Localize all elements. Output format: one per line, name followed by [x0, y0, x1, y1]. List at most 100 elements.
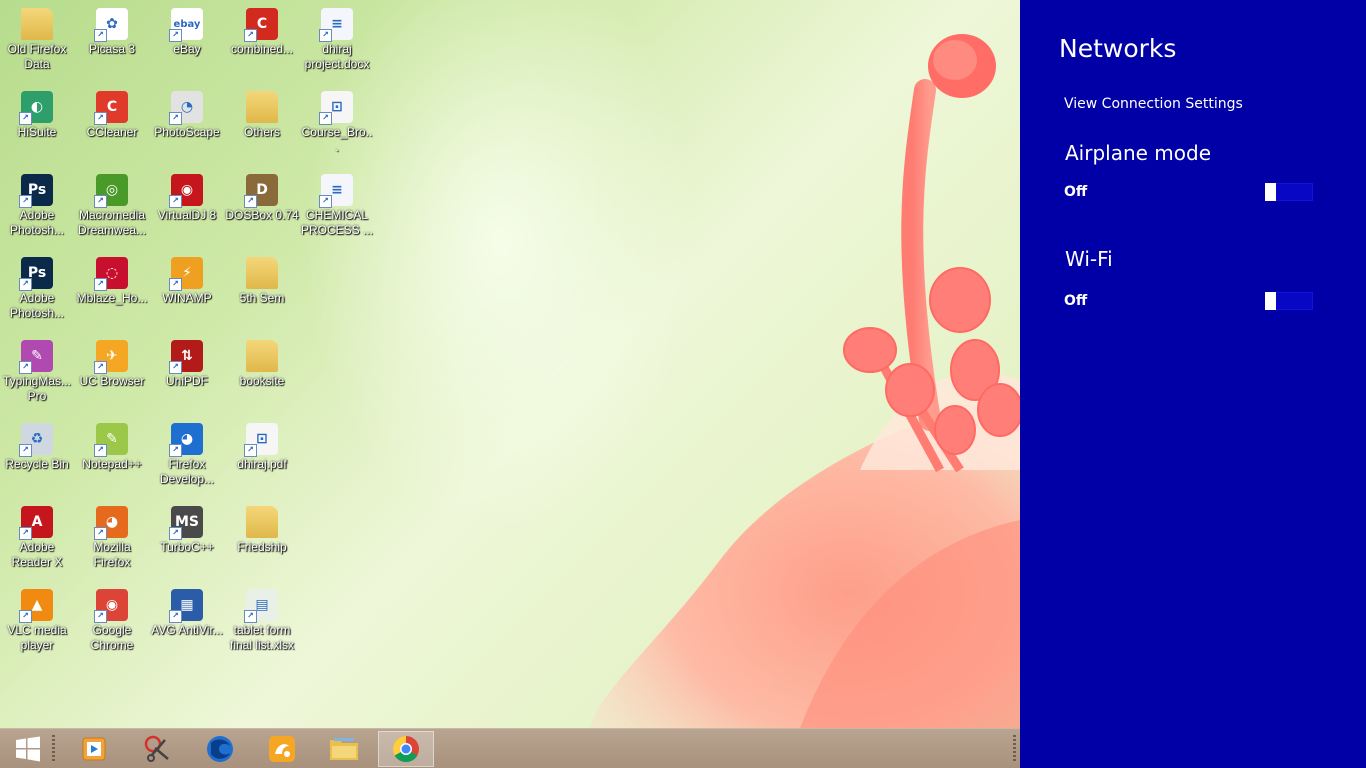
desktop-icon-label: Notepad++: [82, 457, 142, 471]
desktop-icon[interactable]: ⇅ ↗ UniPDF: [150, 334, 224, 414]
taskbar-file-explorer[interactable]: [316, 731, 372, 767]
photoshop-icon: Ps ↗: [19, 174, 53, 208]
shortcut-arrow-icon: ↗: [169, 278, 182, 291]
airplane-mode-toggle[interactable]: [1265, 183, 1313, 201]
avg-icon: ▦ ↗: [169, 589, 203, 623]
shortcut-arrow-icon: ↗: [94, 527, 107, 540]
taskbar-grip-left[interactable]: [52, 735, 55, 763]
shortcut-arrow-icon: ↗: [19, 112, 32, 125]
desktop-icon[interactable]: Friedship: [225, 500, 299, 580]
shortcut-arrow-icon: ↗: [319, 112, 332, 125]
shortcut-arrow-icon: ↗: [319, 195, 332, 208]
desktop: Old Firefox Data ✿ ↗ Picasa 3 ebay ↗ eBay C ↗ com…: [0, 0, 1020, 728]
desktop-icon[interactable]: ◌ ↗ Mblaze_Ho...: [75, 251, 149, 331]
desktop-icon-label: DOSBox 0.74: [225, 208, 299, 222]
desktop-icon-label: CCleaner: [86, 125, 138, 139]
taskbar-snipping-tool[interactable]: [130, 731, 186, 767]
desktop-icon-label: Mozilla Firefox: [93, 540, 131, 569]
taskbar-media-player[interactable]: [66, 731, 122, 767]
desktop-icon[interactable]: ✿ ↗ Picasa 3: [75, 2, 149, 82]
desktop-icon[interactable]: ◉ ↗ Google Chrome: [75, 583, 149, 663]
folder-icon: [21, 8, 53, 40]
firefox-icon: ◕ ↗: [94, 506, 128, 540]
desktop-icon[interactable]: C ↗ CCleaner: [75, 85, 149, 165]
taskbar-grip-right[interactable]: [1013, 735, 1016, 763]
desktop-icon-label: VLC media player: [7, 623, 67, 652]
shortcut-arrow-icon: ↗: [244, 610, 257, 623]
start-button[interactable]: [0, 731, 56, 767]
desktop-icon-label: Firefox Develop...: [159, 457, 215, 486]
desktop-icon[interactable]: ◎ ↗ Macromedia Dreamwea...: [75, 168, 149, 248]
mblaze-icon: ◌ ↗: [94, 257, 128, 291]
recycle-bin-icon: ♻ ↗: [19, 423, 53, 457]
shortcut-arrow-icon: ↗: [19, 527, 32, 540]
desktop-icon[interactable]: booksite: [225, 334, 299, 414]
shortcut-arrow-icon: ↗: [19, 195, 32, 208]
shortcut-arrow-icon: ↗: [94, 195, 107, 208]
firefox-dev-icon: ◕ ↗: [169, 423, 203, 457]
document-icon: ≡ ↗: [319, 174, 353, 208]
scissors-icon: [144, 735, 169, 762]
desktop-icon[interactable]: ✎ ↗ Notepad++: [75, 417, 149, 497]
photoshop-icon: Ps ↗: [19, 257, 53, 291]
taskbar: [0, 728, 1020, 768]
spreadsheet-icon: ▤ ↗: [244, 589, 278, 623]
desktop-icon[interactable]: ✎ ↗ TypingMas... Pro: [0, 334, 74, 414]
desktop-icon[interactable]: ◕ ↗ Mozilla Firefox: [75, 500, 149, 580]
desktop-icon[interactable]: ◐ ↗ HiSuite: [0, 85, 74, 165]
shortcut-arrow-icon: ↗: [169, 444, 182, 457]
desktop-icon[interactable]: ▤ ↗ tablet form final list.xlsx: [225, 583, 299, 663]
media-player-icon: [82, 737, 106, 761]
desktop-icon[interactable]: MS ↗ TurboC++: [150, 500, 224, 580]
airplane-mode-toggle-thumb[interactable]: [1265, 183, 1276, 201]
desktop-icon[interactable]: ≡ ↗ dhiraj project.docx: [300, 2, 374, 82]
ucbrowser-icon: ✈ ↗: [94, 340, 128, 374]
desktop-icon[interactable]: Others: [225, 85, 299, 165]
wifi-label: Wi-Fi: [1065, 247, 1113, 271]
pdf-icon: ⊡ ↗: [244, 423, 278, 457]
wifi-toggle[interactable]: [1265, 292, 1313, 310]
desktop-icon-label: TypingMas... Pro: [2, 374, 72, 403]
folder-icon: [246, 506, 278, 538]
desktop-icon[interactable]: ≡ ↗ CHEMICAL PROCESS ...: [300, 168, 374, 248]
desktop-icon[interactable]: ▦ ↗ AVG AntiVir...: [150, 583, 224, 663]
desktop-icon[interactable]: ⊡ ↗ dhiraj.pdf: [225, 417, 299, 497]
adobe-reader-icon: A ↗: [19, 506, 53, 540]
desktop-icon-label: booksite: [239, 374, 285, 388]
desktop-icon-label: tablet form final list.xlsx: [229, 623, 294, 652]
desktop-icon[interactable]: C ↗ combined...: [225, 2, 299, 82]
shortcut-arrow-icon: ↗: [19, 610, 32, 623]
desktop-icon[interactable]: ⚡ ↗ WINAMP: [150, 251, 224, 331]
desktop-icon[interactable]: D ↗ DOSBox 0.74: [225, 168, 299, 248]
desktop-icon[interactable]: A ↗ Adobe Reader X: [0, 500, 74, 580]
desktop-icon[interactable]: ✈ ↗ UC Browser: [75, 334, 149, 414]
desktop-icon[interactable]: ◔ ↗ PhotoScape: [150, 85, 224, 165]
taskbar-firefox-dev[interactable]: [192, 731, 248, 767]
desktop-icon[interactable]: ▲ ↗ VLC media player: [0, 583, 74, 663]
desktop-icon[interactable]: ⊡ ↗ Course_Bro...: [300, 85, 374, 165]
shortcut-arrow-icon: ↗: [19, 361, 32, 374]
wifi-toggle-thumb[interactable]: [1265, 292, 1276, 310]
taskbar-uc-browser[interactable]: [254, 731, 310, 767]
desktop-icon-label: Picasa 3: [88, 42, 136, 56]
shortcut-arrow-icon: ↗: [244, 29, 257, 42]
notepad-plus-icon: ✎ ↗: [94, 423, 128, 457]
desktop-icon[interactable]: ◉ ↗ VirtualDJ 8: [150, 168, 224, 248]
shortcut-arrow-icon: ↗: [169, 29, 182, 42]
desktop-icon[interactable]: ebay ↗ eBay: [150, 2, 224, 82]
desktop-icon[interactable]: Old Firefox Data: [0, 2, 74, 82]
desktop-icon-label: Macromedia Dreamwea...: [77, 208, 147, 237]
folder-icon: [246, 91, 278, 123]
desktop-icon[interactable]: ◕ ↗ Firefox Develop...: [150, 417, 224, 497]
winamp-icon: ⚡ ↗: [169, 257, 203, 291]
desktop-icon[interactable]: 5th Sem: [225, 251, 299, 331]
shortcut-arrow-icon: ↗: [319, 29, 332, 42]
desktop-icon[interactable]: ♻ ↗ Recycle Bin: [0, 417, 74, 497]
view-connection-settings-link[interactable]: View Connection Settings: [1064, 96, 1243, 112]
desktop-icon[interactable]: Ps ↗ Adobe Photosh...: [0, 251, 74, 331]
chrome-icon: ◉ ↗: [94, 589, 128, 623]
desktop-icon-label: TurboC++: [160, 540, 214, 554]
taskbar-chrome[interactable]: [378, 731, 434, 767]
shortcut-arrow-icon: ↗: [19, 278, 32, 291]
desktop-icon[interactable]: Ps ↗ Adobe Photosh...: [0, 168, 74, 248]
